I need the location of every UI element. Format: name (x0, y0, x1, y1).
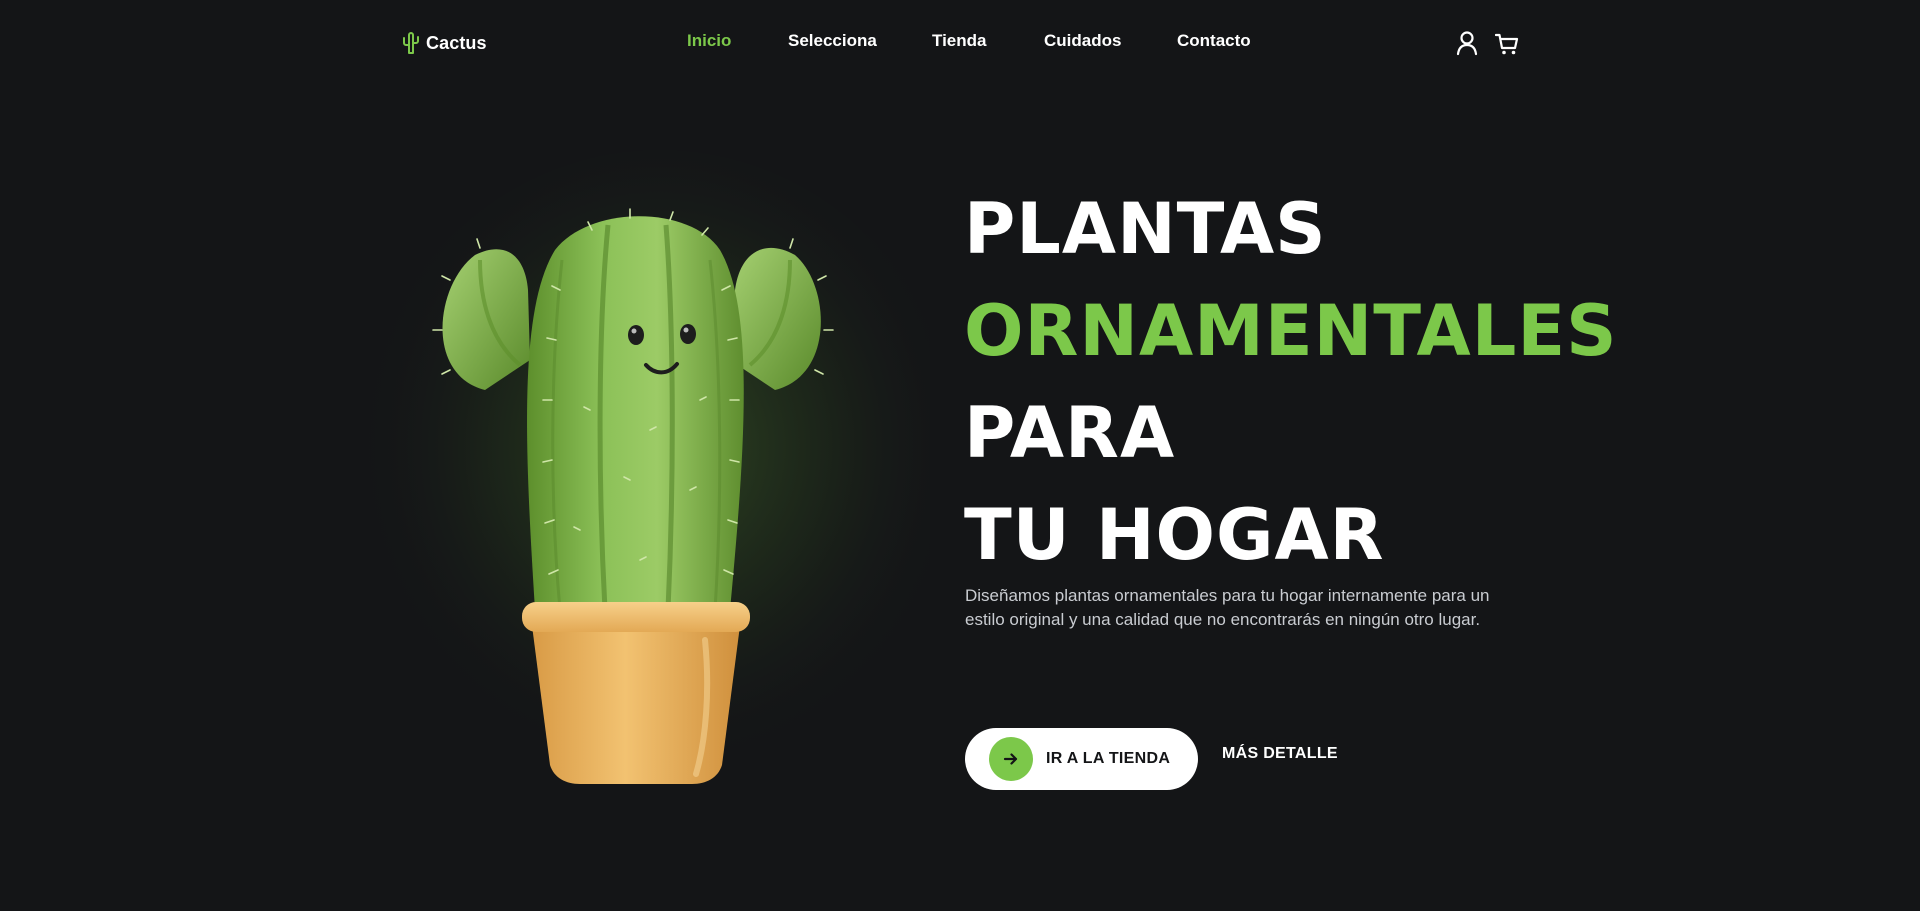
nav-item-tienda[interactable]: Tienda (932, 31, 986, 51)
arrow-right-icon (1003, 753, 1018, 765)
headline-line-2: ORNAMENTALES (964, 290, 1618, 372)
headline-line-3: PARA (964, 392, 1176, 474)
cart-icon[interactable] (1495, 30, 1519, 56)
cactus-body (527, 216, 744, 611)
cactus-illustration (350, 150, 930, 810)
nav-item-cuidados[interactable]: Cuidados (1044, 31, 1121, 51)
hero-description: Diseñamos plantas ornamentales para tu h… (965, 586, 1490, 629)
button-icon-circle (989, 737, 1033, 781)
landing-page: Cactus Inicio Selecciona Tienda Cuidados… (0, 0, 1920, 911)
go-to-store-label: IR A LA TIENDA (1046, 750, 1171, 767)
headline-line-4: TU HOGAR (964, 494, 1385, 576)
nav-item-contacto[interactable]: Contacto (1177, 31, 1251, 51)
main-nav: Inicio Selecciona Tienda Cuidados Contac… (0, 31, 1920, 55)
headline-line-1: PLANTAS (964, 188, 1327, 270)
hero-headline: PLANTAS ORNAMENTALES PARA TU HOGAR (964, 178, 1618, 586)
cactus-pot (522, 602, 750, 784)
site-header: Cactus Inicio Selecciona Tienda Cuidados… (0, 0, 1920, 86)
user-icon[interactable] (1455, 30, 1479, 56)
more-details-button[interactable]: MÁS DETALLE (1222, 745, 1338, 763)
nav-item-selecciona[interactable]: Selecciona (788, 31, 877, 51)
nav-item-inicio[interactable]: Inicio (687, 31, 731, 51)
go-to-store-button[interactable]: IR A LA TIENDA (965, 728, 1198, 790)
header-actions (1455, 30, 1519, 56)
